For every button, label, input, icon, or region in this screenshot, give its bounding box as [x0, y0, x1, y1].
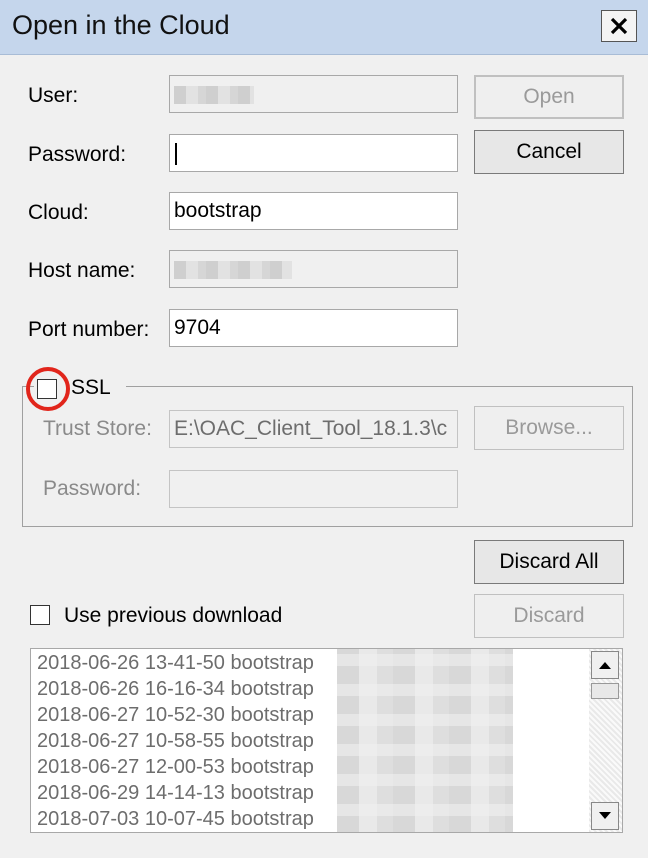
redacted-list-details — [337, 649, 513, 832]
list-item[interactable]: 2018-07-03 10-07-45 bootstrap — [37, 806, 314, 832]
trust-store-label: Trust Store: — [43, 417, 152, 440]
text-caret — [175, 143, 177, 165]
list-item[interactable]: 2018-06-29 14-14-13 bootstrap — [37, 780, 314, 806]
downloads-list[interactable]: 2018-06-26 13-41-50 bootstrap 2018-06-26… — [30, 648, 623, 833]
port-number-label: Port number: — [28, 318, 150, 341]
scroll-up-arrow-icon — [599, 662, 611, 669]
ssl-label: SSL — [71, 376, 111, 399]
discard-button: Discard — [474, 594, 624, 638]
use-previous-download-checkbox[interactable] — [30, 605, 50, 625]
highlight-ring — [26, 367, 70, 411]
trust-store-field: E:\OAC_Client_Tool_18.1.3\c — [169, 410, 458, 448]
close-button[interactable] — [601, 10, 637, 42]
redacted-user — [174, 86, 254, 104]
title-bar: Open in the Cloud — [0, 0, 648, 55]
password-field[interactable] — [169, 134, 458, 172]
scroll-thumb[interactable] — [591, 683, 619, 699]
ssl-password-field — [169, 470, 458, 508]
ssl-password-label: Password: — [43, 477, 142, 500]
list-item[interactable]: 2018-06-27 10-58-55 bootstrap — [37, 728, 314, 754]
host-name-label: Host name: — [28, 259, 136, 282]
user-label: User: — [28, 84, 79, 107]
browse-button: Browse... — [474, 406, 624, 450]
redacted-host — [174, 261, 292, 279]
list-item[interactable]: 2018-06-26 13-41-50 bootstrap — [37, 650, 314, 676]
window-title: Open in the Cloud — [12, 10, 230, 40]
list-item[interactable]: 2018-06-27 10-52-30 bootstrap — [37, 702, 314, 728]
dialog-body: User: Password: Cloud: bootstrap Host na… — [0, 55, 648, 858]
scroll-up-button[interactable] — [591, 651, 619, 679]
list-scrollbar[interactable] — [589, 649, 622, 832]
discard-all-button[interactable]: Discard All — [474, 540, 624, 584]
cancel-button[interactable]: Cancel — [474, 130, 624, 174]
port-number-field[interactable]: 9704 — [169, 309, 458, 347]
password-label: Password: — [28, 143, 127, 166]
open-button[interactable]: Open — [474, 75, 624, 119]
cloud-label: Cloud: — [28, 201, 89, 224]
list-item[interactable]: 2018-06-27 12-00-53 bootstrap — [37, 754, 314, 780]
host-name-field — [169, 250, 458, 288]
close-icon — [610, 17, 628, 35]
scroll-down-arrow-icon — [599, 812, 611, 819]
user-field — [169, 75, 458, 113]
use-previous-download-label: Use previous download — [64, 604, 283, 627]
scroll-down-button[interactable] — [591, 802, 619, 830]
cloud-field[interactable]: bootstrap — [169, 192, 458, 230]
list-item[interactable]: 2018-06-26 16-16-34 bootstrap — [37, 676, 314, 702]
